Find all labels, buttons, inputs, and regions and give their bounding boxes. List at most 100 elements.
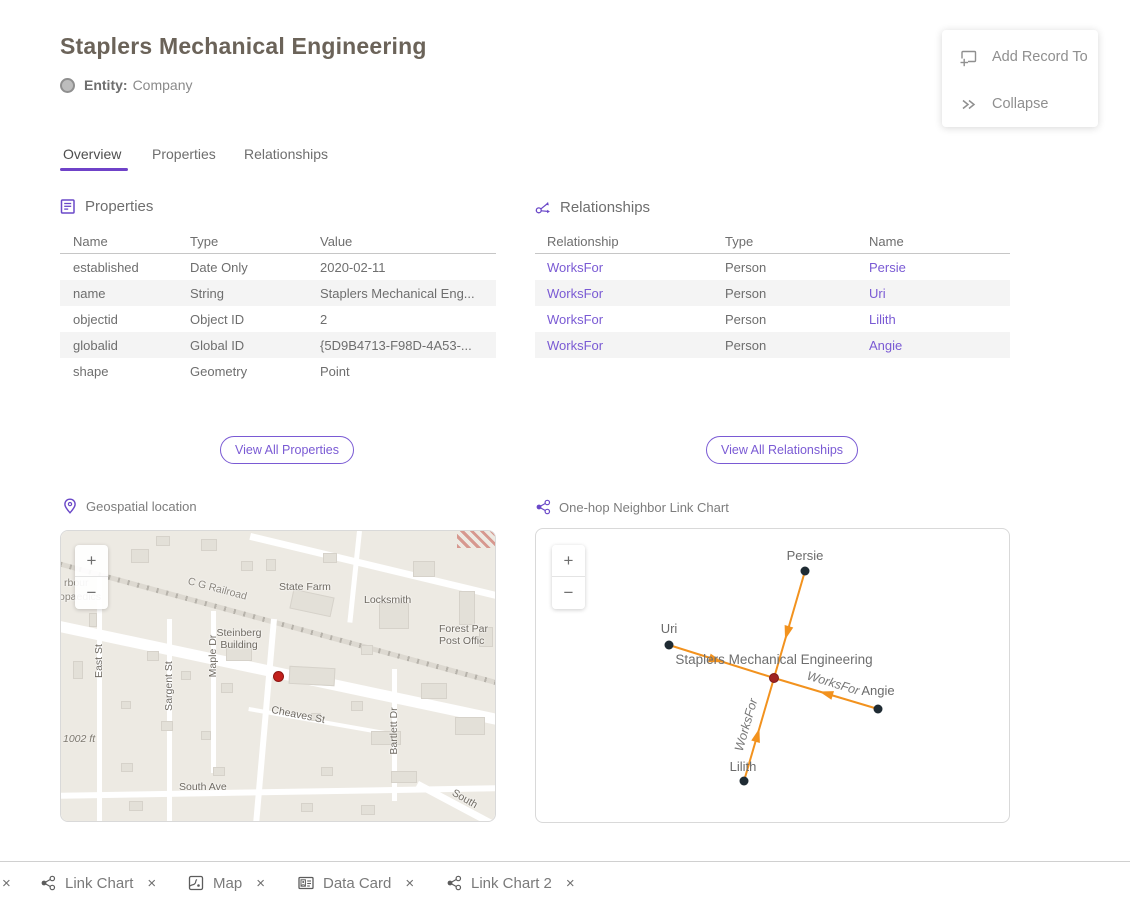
- map-building: [379, 603, 409, 629]
- map-label-street: Sargent St: [163, 656, 175, 716]
- zoom-in-button[interactable]: +: [75, 545, 108, 577]
- table-row[interactable]: objectid Object ID 2: [60, 306, 496, 332]
- relationships-table-header: Relationship Type Name: [535, 229, 1010, 254]
- relationship-link[interactable]: WorksFor: [535, 312, 725, 327]
- map-building: [391, 771, 417, 783]
- link-chart-zoom-control: + −: [552, 545, 585, 609]
- map-canvas[interactable]: rbour opaedics C G Railroad State Farm L…: [61, 531, 495, 821]
- map-building: [156, 536, 170, 546]
- zoom-out-button[interactable]: −: [75, 577, 108, 609]
- view-all-properties-button[interactable]: View All Properties: [220, 436, 354, 464]
- geospatial-map[interactable]: rbour opaedics C G Railroad State Farm L…: [60, 530, 496, 822]
- section-title: Properties: [85, 198, 153, 215]
- node-angie[interactable]: [874, 705, 883, 714]
- node-persie[interactable]: [801, 567, 810, 576]
- bottom-tab-link-chart-2[interactable]: Link Chart 2 ×: [446, 862, 575, 903]
- node-label-angie: Angie: [861, 683, 894, 698]
- close-tab-button[interactable]: ×: [566, 875, 575, 892]
- node-lilith[interactable]: [740, 777, 749, 786]
- prop-name: globalid: [60, 338, 190, 353]
- tab-label: Data Card: [323, 875, 391, 892]
- tab-label: Map: [213, 875, 242, 892]
- menu-item-label: Collapse: [992, 96, 1048, 112]
- table-row: WorksFor Person Uri: [535, 280, 1010, 306]
- properties-table: Name Type Value established Date Only 20…: [60, 229, 496, 384]
- map-road: [347, 531, 362, 623]
- close-tab-button[interactable]: ×: [147, 875, 156, 892]
- map-building: [121, 763, 133, 772]
- view-all-relationships-button[interactable]: View All Relationships: [706, 436, 858, 464]
- map-building: [361, 805, 375, 815]
- link-chart-tab-icon: [446, 875, 462, 891]
- tab-overview[interactable]: Overview: [63, 146, 121, 162]
- tab-label: Link Chart 2: [471, 875, 552, 892]
- table-row[interactable]: globalid Global ID {5D9B4713-F98D-4A53-.…: [60, 332, 496, 358]
- related-entity-link[interactable]: Lilith: [869, 312, 998, 327]
- rel-type: Person: [725, 338, 869, 353]
- table-row: WorksFor Person Angie: [535, 332, 1010, 358]
- prop-name: established: [60, 260, 190, 275]
- bottom-tab-bar: × Link Chart × Map × Data Card ×: [0, 861, 1130, 903]
- tab-relationships[interactable]: Relationships: [244, 146, 328, 162]
- zoom-in-button[interactable]: +: [552, 545, 585, 577]
- table-row[interactable]: shape Geometry Point: [60, 358, 496, 384]
- map-building: [73, 661, 83, 679]
- map-building: [213, 767, 225, 776]
- map-building: [459, 591, 475, 625]
- col-header: Name: [60, 234, 190, 249]
- prop-type: Object ID: [190, 312, 320, 327]
- map-label-poi: State Farm: [279, 581, 331, 593]
- related-entity-link[interactable]: Angie: [869, 338, 998, 353]
- bottom-tab-link-chart[interactable]: Link Chart ×: [40, 862, 156, 903]
- bottom-tab-data-card[interactable]: Data Card ×: [298, 862, 414, 903]
- menu-item-add-record-to[interactable]: Add Record To: [942, 33, 1098, 81]
- entity-label: Entity:: [84, 77, 128, 93]
- edge-arrow-icon: [781, 625, 794, 641]
- close-tab-button[interactable]: ×: [256, 875, 265, 892]
- related-entity-link[interactable]: Uri: [869, 286, 998, 301]
- rel-type: Person: [725, 260, 869, 275]
- map-building: [201, 731, 211, 740]
- map-building: [413, 561, 435, 577]
- col-header: Relationship: [535, 234, 725, 249]
- map-label-street: Maple Dr: [207, 626, 219, 686]
- node-uri[interactable]: [665, 641, 674, 650]
- relationships-graph-icon: [535, 199, 552, 216]
- map-building: [301, 803, 313, 812]
- prop-name: objectid: [60, 312, 190, 327]
- relationship-link[interactable]: WorksFor: [535, 338, 725, 353]
- map-building: [201, 539, 217, 551]
- table-row[interactable]: name String Staplers Mechanical Eng...: [60, 280, 496, 306]
- map-building: [361, 645, 373, 655]
- map-zoom-control: + −: [75, 545, 108, 609]
- link-chart-canvas[interactable]: WorksFor WorksFor Persie Uri Angie Lilit…: [536, 529, 1010, 823]
- relationship-link[interactable]: WorksFor: [535, 286, 725, 301]
- tab-properties[interactable]: Properties: [152, 146, 216, 162]
- node-center[interactable]: [770, 674, 779, 683]
- map-location-marker[interactable]: [273, 671, 284, 682]
- related-entity-link[interactable]: Persie: [869, 260, 998, 275]
- edge-label: WorksFor: [732, 696, 761, 753]
- rel-type: Person: [725, 286, 869, 301]
- prop-value: {5D9B4713-F98D-4A53-...: [320, 338, 483, 353]
- table-row: WorksFor Person Lilith: [535, 306, 1010, 332]
- map-label-poi: Forest Par: [439, 623, 488, 635]
- entity-type-dot-icon: [60, 78, 75, 93]
- menu-item-collapse[interactable]: Collapse: [942, 80, 1098, 128]
- one-hop-link-chart[interactable]: WorksFor WorksFor Persie Uri Angie Lilit…: [535, 528, 1010, 823]
- link-chart-icon: [535, 499, 551, 515]
- zoom-out-button[interactable]: −: [552, 577, 585, 609]
- section-title: One-hop Neighbor Link Chart: [559, 500, 729, 515]
- col-header: Type: [190, 234, 320, 249]
- hidden-tab-close-button[interactable]: ×: [2, 862, 11, 903]
- prop-type: Date Only: [190, 260, 320, 275]
- table-row[interactable]: established Date Only 2020-02-11: [60, 254, 496, 280]
- bottom-tab-map[interactable]: Map ×: [188, 862, 265, 903]
- map-scale-label: 1002 ft: [63, 733, 95, 745]
- data-card-overview-page: Staplers Mechanical Engineering Entity: …: [0, 0, 1130, 903]
- col-header: Name: [869, 234, 998, 249]
- map-building: [455, 717, 485, 735]
- close-tab-button[interactable]: ×: [405, 875, 414, 892]
- properties-form-icon: [60, 198, 77, 215]
- relationship-link[interactable]: WorksFor: [535, 260, 725, 275]
